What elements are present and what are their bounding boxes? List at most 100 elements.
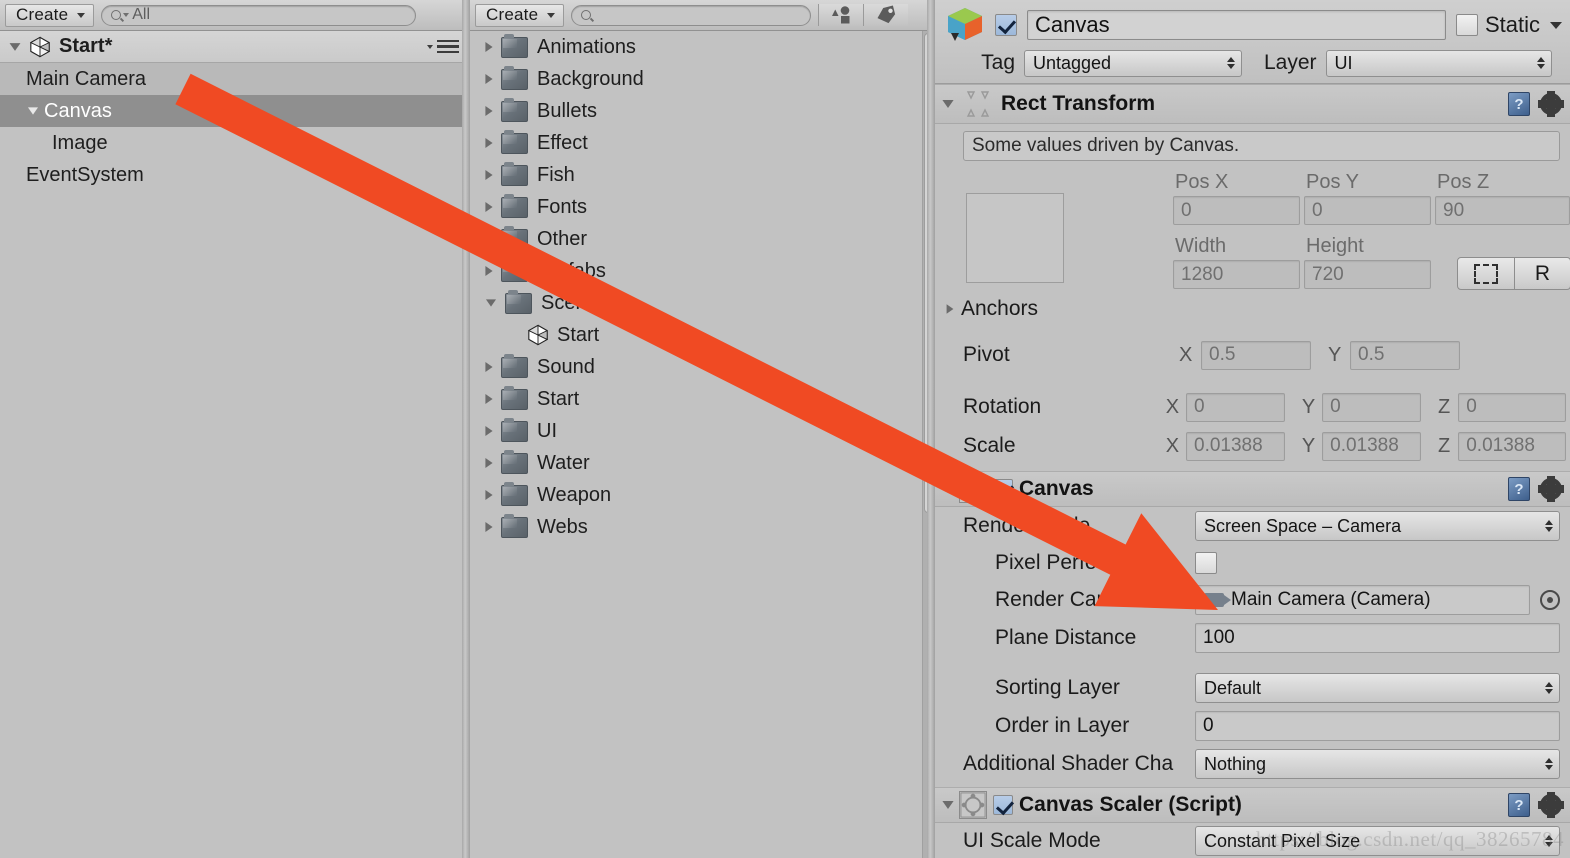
pivot-x-input[interactable]: 0.5	[1201, 340, 1311, 370]
canvas-component-header[interactable]: Canvas	[935, 471, 1570, 507]
rotation-y-input[interactable]: 0	[1322, 392, 1421, 422]
tag-dropdown[interactable]: Untagged	[1024, 49, 1242, 77]
project-item-prefabs[interactable]: Prefabs	[470, 255, 932, 287]
scale-x-input[interactable]: 0.01388	[1186, 431, 1285, 461]
project-item-other[interactable]: Other	[470, 223, 932, 255]
chevron-right-icon[interactable]	[485, 137, 493, 149]
project-item-bullets[interactable]: Bullets	[470, 95, 932, 127]
pos-y-input[interactable]: 0	[1304, 196, 1431, 225]
blueprint-mode-button[interactable]	[1458, 258, 1514, 289]
help-icon[interactable]	[1508, 92, 1530, 116]
project-item-fish[interactable]: Fish	[470, 159, 932, 191]
pos-z-input[interactable]: 90	[1435, 196, 1570, 225]
chevron-down-icon[interactable]	[9, 42, 21, 51]
gear-icon[interactable]	[1540, 794, 1562, 816]
project-item-webs[interactable]: Webs	[470, 511, 932, 543]
rect-transform-header[interactable]: Rect Transform	[935, 84, 1570, 124]
project-item-scences[interactable]: Scences	[470, 287, 932, 319]
project-item-fonts[interactable]: Fonts	[470, 191, 932, 223]
raw-edit-mode-button[interactable]: R	[1514, 258, 1570, 289]
chevron-right-icon[interactable]	[485, 457, 493, 469]
project-item-sound[interactable]: Sound	[470, 351, 932, 383]
chevron-right-icon[interactable]	[485, 521, 493, 533]
chevron-down-icon[interactable]	[942, 485, 954, 493]
hierarchy-item-eventsystem[interactable]: EventSystem	[0, 159, 468, 191]
hierarchy-item-main-camera[interactable]: Main Camera	[0, 63, 468, 95]
project-create-button[interactable]: Create	[475, 3, 565, 27]
gameobject-name-input[interactable]: Canvas	[1027, 10, 1446, 40]
chevron-right-icon[interactable]	[485, 489, 493, 501]
chevron-right-icon[interactable]	[946, 304, 954, 314]
plane-distance-input[interactable]: 100	[1195, 623, 1560, 653]
hierarchy-item-image[interactable]: Image	[0, 127, 468, 159]
chevron-right-icon[interactable]	[485, 265, 493, 277]
gear-icon[interactable]	[1540, 478, 1562, 500]
order-in-layer-input[interactable]: 0	[1195, 711, 1560, 741]
render-camera-object-field[interactable]: Main Camera (Camera)	[1195, 585, 1530, 615]
static-label: Static	[1484, 12, 1540, 37]
hierarchy-options-icon[interactable]	[437, 39, 459, 54]
scale-z-input[interactable]: 0.01388	[1458, 431, 1566, 461]
folder-icon	[501, 481, 528, 506]
help-icon[interactable]	[1508, 477, 1530, 501]
project-item-weapon[interactable]: Weapon	[470, 479, 932, 511]
project-item-background[interactable]: Background	[470, 63, 932, 95]
hierarchy-item-canvas[interactable]: Canvas	[0, 95, 468, 127]
anchors-foldout[interactable]: Anchors	[945, 297, 1038, 321]
hierarchy-scene-row[interactable]: Start*	[0, 31, 468, 63]
project-item-animations[interactable]: Animations	[470, 31, 932, 63]
chevron-down-icon[interactable]	[1550, 21, 1562, 29]
scale-y-input[interactable]: 0.01388	[1322, 431, 1421, 461]
chevron-right-icon[interactable]	[485, 233, 493, 245]
chevron-down-icon[interactable]	[427, 44, 433, 49]
rotation-z-input[interactable]: 0	[1458, 392, 1566, 422]
chevron-right-icon[interactable]	[485, 393, 493, 405]
static-checkbox[interactable]	[1455, 14, 1478, 36]
project-item-effect[interactable]: Effect	[470, 127, 932, 159]
render-mode-dropdown[interactable]: Screen Space – Camera	[1195, 511, 1560, 541]
chevron-down-icon	[547, 12, 556, 18]
chevron-right-icon[interactable]	[485, 73, 493, 85]
sorting-layer-dropdown[interactable]: Default	[1195, 673, 1560, 703]
canvas-scaler-enabled-checkbox[interactable]	[993, 795, 1013, 815]
additional-shader-channels-value: Nothing	[1204, 753, 1267, 774]
filter-by-label-button[interactable]	[863, 4, 909, 26]
width-input[interactable]: 1280	[1173, 260, 1300, 289]
gameobject-enabled-checkbox[interactable]	[995, 14, 1017, 36]
canvas-scaler-header[interactable]: Canvas Scaler (Script)	[935, 787, 1570, 823]
chevron-down-icon[interactable]	[485, 299, 497, 307]
pos-x-input[interactable]: 0	[1173, 196, 1300, 225]
project-item-start[interactable]: Start	[470, 319, 932, 351]
chevron-right-icon[interactable]	[485, 425, 493, 437]
pixel-perfect-checkbox[interactable]	[1195, 552, 1217, 574]
height-input[interactable]: 720	[1304, 260, 1431, 289]
canvas-enabled-checkbox[interactable]	[993, 479, 1013, 499]
order-in-layer-label: Order in Layer	[995, 714, 1130, 737]
project-item-start[interactable]: Start	[470, 383, 932, 415]
project-search-input[interactable]	[571, 4, 812, 26]
gear-icon[interactable]	[1540, 93, 1562, 115]
chevron-right-icon[interactable]	[485, 105, 493, 117]
additional-shader-channels-dropdown[interactable]: Nothing	[1195, 749, 1560, 779]
project-item-water[interactable]: Water	[470, 447, 932, 479]
chevron-right-icon[interactable]	[485, 361, 493, 373]
object-picker-icon[interactable]	[1540, 590, 1560, 610]
hierarchy-search-input[interactable]: All	[101, 4, 417, 26]
rotation-x-input[interactable]: 0	[1186, 392, 1285, 422]
chevron-right-icon[interactable]	[485, 169, 493, 181]
chevron-down-icon[interactable]	[942, 100, 954, 108]
chevron-down-icon[interactable]	[942, 801, 954, 809]
filter-by-type-button[interactable]	[818, 4, 864, 26]
pivot-y-input[interactable]: 0.5	[1350, 340, 1460, 370]
help-icon[interactable]	[1508, 793, 1530, 817]
project-inspector-splitter[interactable]	[927, 0, 935, 858]
hierarchy-scene-name: Start*	[59, 35, 113, 57]
chevron-right-icon[interactable]	[485, 41, 493, 53]
chevron-down-icon[interactable]	[27, 107, 39, 115]
hierarchy-project-splitter[interactable]	[462, 0, 470, 858]
layer-dropdown[interactable]: UI	[1325, 49, 1552, 77]
chevron-right-icon[interactable]	[485, 201, 493, 213]
hierarchy-create-button[interactable]: Create	[5, 3, 95, 27]
project-item-ui[interactable]: UI	[470, 415, 932, 447]
anchor-preset-button-group[interactable]: R	[1457, 257, 1570, 290]
